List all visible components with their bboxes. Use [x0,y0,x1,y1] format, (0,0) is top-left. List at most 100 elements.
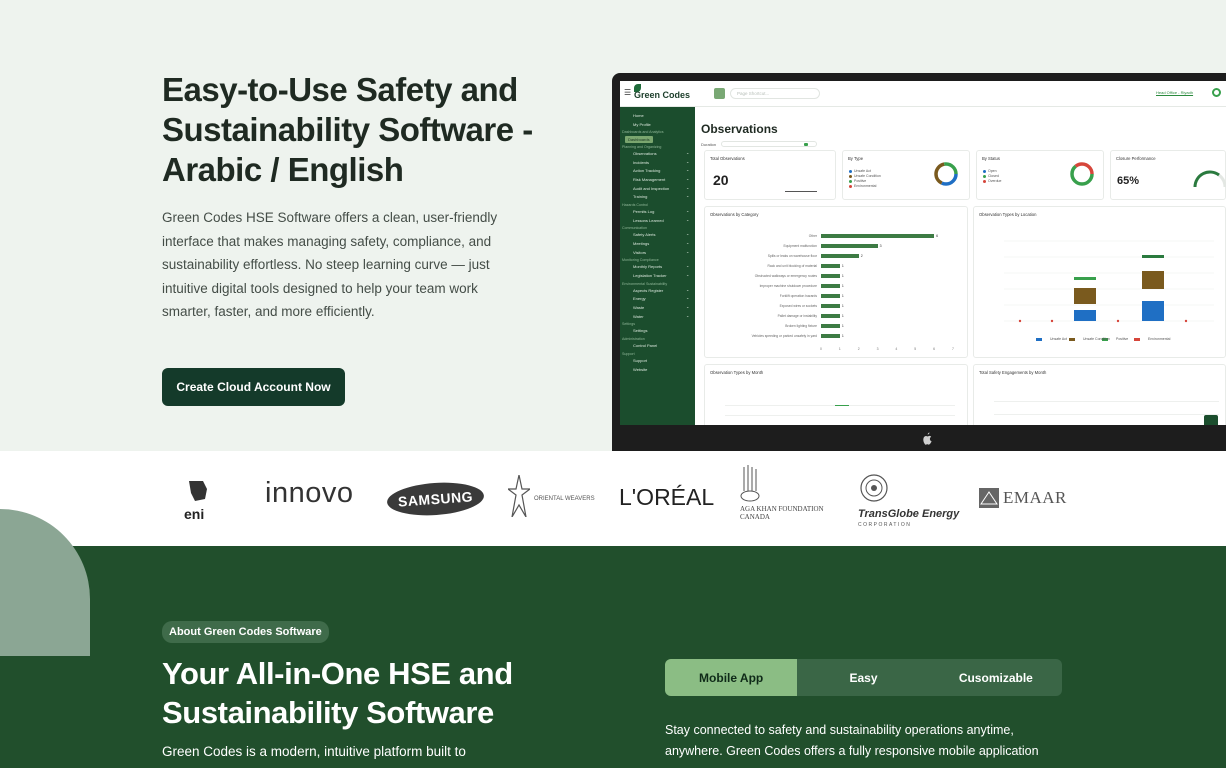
sidebar-group-label: Settings [622,322,635,327]
legend-item: Overdue [983,179,1001,183]
menu-icon: ☰ [624,88,632,97]
sidebar-item[interactable]: Energy [633,296,646,301]
logo-emaar: EMAAR [979,488,1067,508]
logo-samsung: SAMSUNG [386,479,485,519]
app-search-input: Page Shortcut... [730,88,820,99]
card-title: Observation Types by Location [979,212,1037,217]
category-label: Pallet damage or instability [777,313,817,318]
logo-loreal: L'ORÉAL [619,484,715,510]
card-title: Closure Performance [1116,156,1156,161]
category-bar [821,334,840,338]
card-safety-engagements: Total Safety Engagements by Month [973,364,1226,425]
sidebar-item[interactable]: Monthly Reports [633,264,662,269]
card-by-status: By Status Open Closed Overdue [976,150,1104,200]
gridline [994,414,1219,415]
chevron-down-icon: ⌄ [686,176,690,181]
tab-customizable[interactable]: Cusomizable [930,659,1062,696]
card-title: Observation Types by Month [710,370,764,375]
duration-select [721,141,817,147]
status-donut [1070,162,1094,186]
sidebar-group-label: Planning and Organizing [622,145,662,149]
category-label: Forklift operation hazards [779,293,817,298]
legend-item: Unsafe Condition [849,174,881,178]
chevron-down-icon: ⌄ [686,312,690,318]
bar-value-label: 1 [841,284,844,288]
sidebar-item[interactable]: Lessons Learned [633,218,664,223]
hero-title: Easy-to-Use Safety and Sustainability So… [162,71,533,188]
app-sidebar: Home My Profile Dashboards and Analytics Da… [620,107,695,425]
about-badge: About Green Codes Software [162,621,329,643]
app-user-link: Head Office - Riyadh [1156,90,1194,95]
chevron-down-icon: ⌄ [686,208,690,213]
chevron-down-icon: ⌄ [686,304,690,309]
gridline [725,415,955,416]
sidebar-group-label: Environmental Sustainability [622,281,668,286]
bar-value-label: 1 [841,324,844,328]
sidebar-item[interactable]: Control Panel [633,343,657,348]
about-description: Green Codes is a modern, intuitive platf… [162,744,466,759]
sidebar-item[interactable]: Permits Log [633,209,654,214]
category-bar [821,314,840,318]
sidebar-item[interactable]: Audit and Inspection [633,186,669,191]
sidebar-item[interactable]: Visitors [633,250,646,255]
card-title: Total Observations [710,156,745,161]
oriental-weavers-emblem-icon [506,474,532,518]
sidebar-group-label: Communication [622,226,647,231]
duration-indicator [804,143,808,146]
category-bar [821,294,840,298]
category-label: Vehicles speeding or parked unsafely in … [751,333,817,338]
chat-widget-icon [1204,415,1218,425]
sidebar-item[interactable]: Water [633,314,644,319]
category-bar [821,284,840,288]
total-observations-value: 20 [713,172,729,188]
sidebar-item[interactable]: Incidents [633,160,649,165]
chevron-down-icon: ⌄ [686,248,690,254]
sidebar-item[interactable]: My Profile [633,122,651,127]
tab-easy[interactable]: Easy [797,659,929,696]
sidebar-item[interactable]: Dashboards [625,136,653,144]
sidebar-item[interactable]: Meetings [633,241,649,246]
bar-value-label: 3 [879,244,882,248]
chevron-down-icon: ⌄ [686,231,690,237]
bar-value-label: 1 [841,304,844,308]
card-observations-by-category: Observations by Category Other 6 Equipment… [704,206,968,358]
sidebar-item[interactable]: Observations [633,151,657,156]
tab-mobile-app[interactable]: Mobile App [665,659,798,696]
sidebar-item[interactable]: Settings [633,328,647,333]
create-cloud-account-button[interactable]: Create Cloud Account Now [162,368,345,406]
sidebar-item[interactable]: Home [633,113,644,118]
hero-description: Green Codes HSE Software offers a clean,… [162,210,498,319]
x-tick-label: 1 [838,347,841,351]
x-tick-label: 7 [952,347,954,351]
bar-value-label: 1 [841,314,844,318]
sidebar-item[interactable]: Legislation Tracker [633,273,667,278]
sidebar-item[interactable]: Training [633,194,647,199]
sidebar-item[interactable]: Support [633,358,647,363]
sidebar-item[interactable]: Action Tracking [633,168,660,173]
legend-item: Closed [983,174,999,178]
sidebar-group-label: Administration [622,337,645,341]
card-by-type: By Type Unsafe Act Unsafe Condition Posi… [842,150,970,200]
bar-value-label: 1 [841,264,844,268]
sidebar-item[interactable]: Aspects Register [633,288,663,293]
location-legend-item: Environmental [1148,337,1171,341]
category-bar [821,234,935,238]
legend-item: Unsafe Act [849,169,871,173]
eni-logo-icon: eni [182,479,215,522]
sidebar-group-label: Monitoring Compliance [622,258,659,263]
sidebar-item[interactable]: Website [633,367,647,372]
category-bar [821,304,840,308]
x-tick-label: 0 [820,347,822,351]
svg-text:eni: eni [184,506,204,522]
category-label: Exposed wires or sockets [779,303,817,308]
location-legend-item: Positive [1116,337,1129,341]
type-donut [934,162,958,186]
sidebar-item[interactable]: Safety Alerts [633,232,655,237]
category-bar [821,244,878,248]
sidebar-item[interactable]: Waste [633,305,644,310]
app-logo: Green Codes [634,90,691,100]
logo-eni: eni [181,477,218,527]
card-types-by-month: Observation Types by Month [704,364,968,425]
sidebar-item[interactable]: Risk Management [633,177,665,182]
location-legend-item: Unsafe Condition [1083,337,1110,341]
